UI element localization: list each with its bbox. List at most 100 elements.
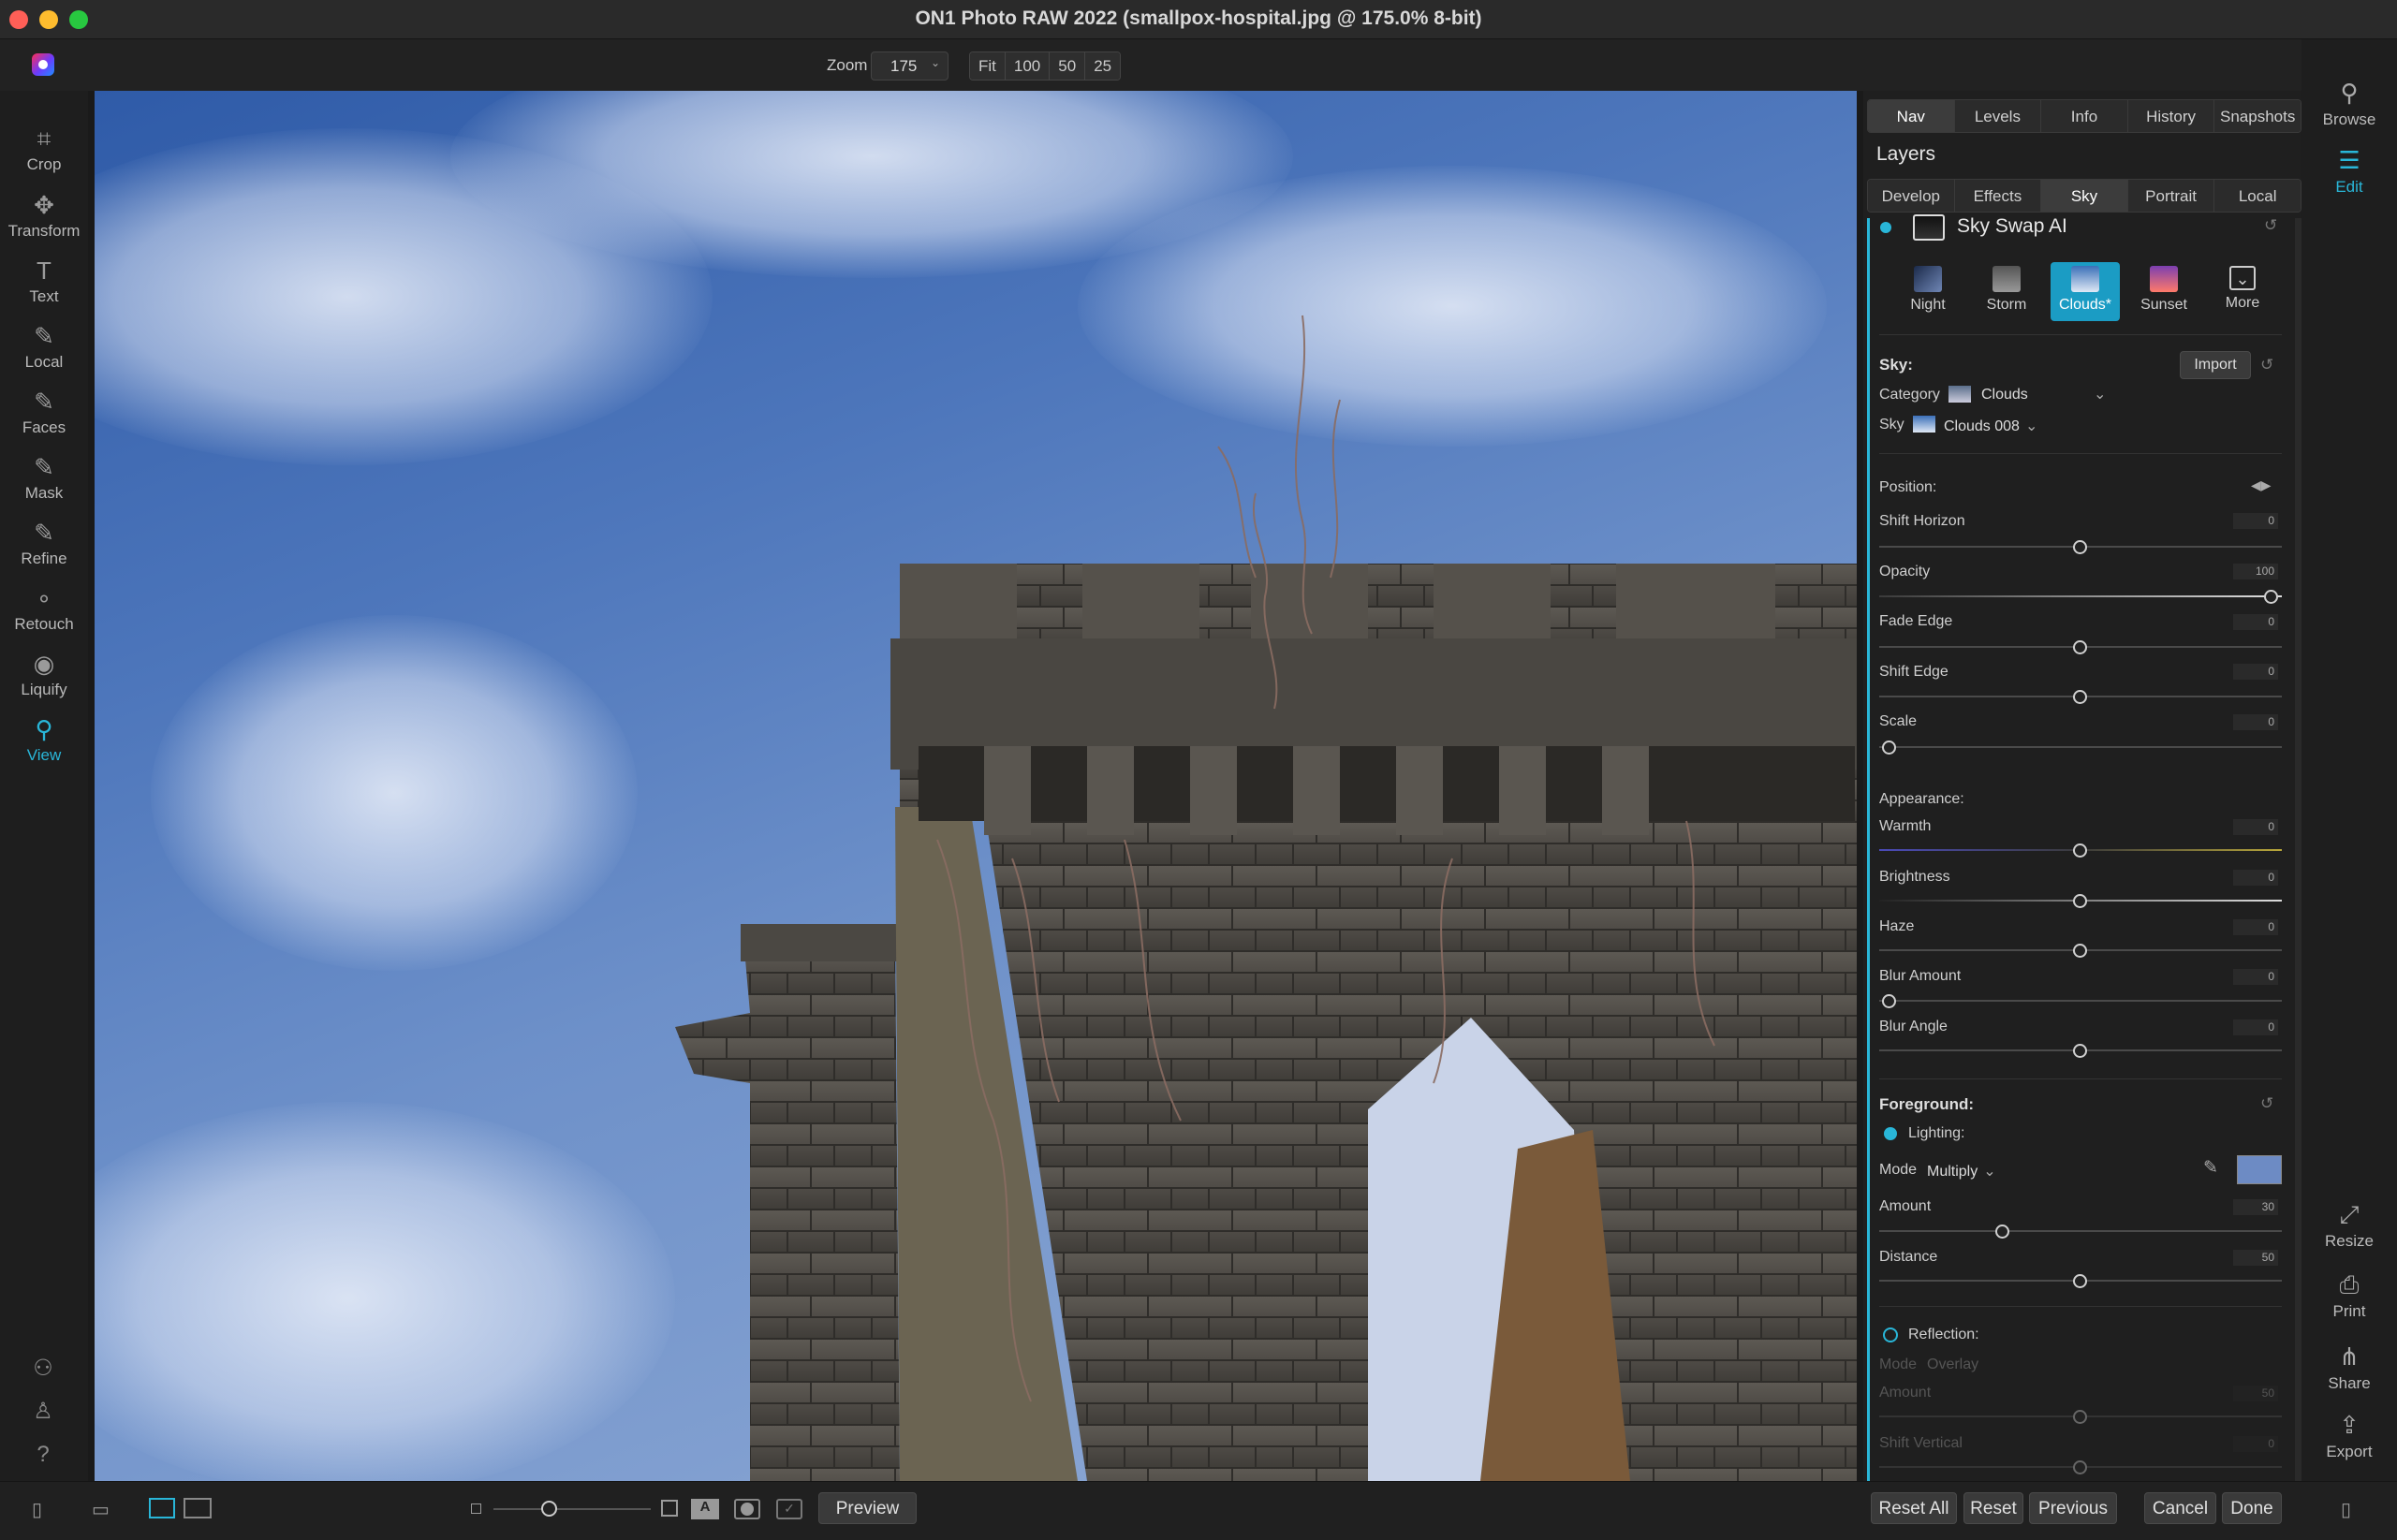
import-button[interactable]: Import (2180, 351, 2251, 379)
preview-button[interactable]: Preview (818, 1492, 917, 1524)
slider-value[interactable]: 0 (2233, 614, 2278, 630)
previous-button[interactable]: Previous (2029, 1492, 2117, 1524)
toggle-left-panel-icon[interactable]: ▯ (32, 1498, 42, 1521)
reflection-toggle[interactable] (1883, 1327, 1898, 1342)
preset-night[interactable]: Night (1893, 262, 1963, 321)
tab-effects[interactable]: Effects (1954, 180, 2042, 212)
slider-value[interactable]: 0 (2233, 664, 2278, 680)
nav-share[interactable]: ⋔ Share (2301, 1342, 2397, 1393)
preset-sunset[interactable]: Sunset (2129, 262, 2198, 321)
tool-text[interactable]: T Text (0, 257, 88, 306)
preset-more[interactable]: ⌄ More (2208, 262, 2277, 321)
zoom-50-button[interactable]: 50 (1050, 52, 1086, 80)
user-icon[interactable]: ♙ (30, 1399, 56, 1425)
preview-size-slider[interactable] (493, 1508, 651, 1510)
tool-retouch[interactable]: ∘ Retouch (0, 585, 88, 634)
tab-snapshots[interactable]: Snapshots (2214, 100, 2301, 132)
lighting-color-swatch[interactable] (2237, 1155, 2282, 1184)
slider-handle[interactable] (2073, 690, 2087, 704)
overlay-text-icon[interactable]: A (691, 1499, 719, 1519)
category-dropdown[interactable]: Clouds ⌄ (1981, 387, 2106, 403)
tab-sky[interactable]: Sky (2041, 180, 2128, 212)
tab-info[interactable]: Info (2041, 100, 2128, 132)
slider-handle[interactable] (2073, 944, 2087, 958)
opacity-slider[interactable] (1879, 595, 2282, 597)
lighting-toggle[interactable] (1884, 1127, 1897, 1140)
filter-title[interactable]: Sky Swap AI (1957, 215, 2067, 238)
slider-value[interactable]: 0 (2233, 969, 2278, 985)
tab-portrait[interactable]: Portrait (2127, 180, 2215, 212)
slider-value[interactable]: 0 (2233, 513, 2278, 529)
slider-handle[interactable] (2073, 540, 2087, 554)
tab-nav[interactable]: Nav (1868, 100, 1955, 132)
slider-handle[interactable] (541, 1501, 557, 1517)
scale-slider[interactable] (1879, 746, 2282, 748)
mask-view-icon[interactable] (734, 1499, 760, 1519)
filter-reset-icon[interactable]: ↺ (2264, 216, 2277, 235)
filter-enabled-toggle[interactable] (1880, 222, 1891, 233)
tool-transform[interactable]: ✥ Transform (0, 192, 88, 241)
eyedropper-icon[interactable]: ✎ (2203, 1157, 2218, 1179)
tool-view[interactable]: ⚲ View (0, 716, 88, 765)
image-canvas[interactable] (95, 91, 1857, 1481)
flip-horizontal-icon[interactable]: ◀▶ (2251, 477, 2272, 493)
slider-handle[interactable] (2073, 640, 2087, 654)
reset-button[interactable]: Reset (1963, 1492, 2023, 1524)
nav-print[interactable]: ⎙ Print (2301, 1270, 2397, 1321)
reset-all-button[interactable]: Reset All (1871, 1492, 1957, 1524)
tool-refine[interactable]: ✎ Refine (0, 520, 88, 568)
tab-history[interactable]: History (2127, 100, 2215, 132)
panel-scrollbar[interactable] (2295, 218, 2301, 1481)
slider-handle[interactable] (2073, 894, 2087, 908)
split-view-icon[interactable] (184, 1498, 212, 1518)
slider-value[interactable]: 0 (2233, 919, 2278, 935)
sky-dropdown[interactable]: Clouds 008 ⌄ (1944, 417, 2037, 435)
nav-edit[interactable]: ☰ Edit (2301, 146, 2397, 197)
tool-faces[interactable]: ✎ Faces (0, 389, 88, 437)
slider-handle[interactable] (2073, 843, 2087, 858)
preset-storm[interactable]: Storm (1972, 262, 2041, 321)
slider-value[interactable]: 100 (2233, 564, 2278, 579)
blur-amount-slider[interactable] (1879, 1000, 2282, 1002)
zoom-100-button[interactable]: 100 (1005, 52, 1051, 80)
before-after-icon[interactable]: ✓ (776, 1499, 802, 1519)
zoom-select[interactable]: 175 ⌄ (871, 51, 949, 81)
layers-heading[interactable]: Layers (1876, 143, 1935, 166)
preset-clouds[interactable]: Clouds* (2051, 262, 2120, 321)
help-icon[interactable]: ? (30, 1442, 56, 1468)
tab-levels[interactable]: Levels (1954, 100, 2042, 132)
slider-handle[interactable] (1995, 1225, 2009, 1239)
slider-value[interactable]: 30 (2233, 1199, 2278, 1215)
compare-icon[interactable]: ▭ (92, 1498, 110, 1521)
slider-handle[interactable] (2073, 1044, 2087, 1058)
slider-handle[interactable] (1882, 994, 1896, 1008)
tool-crop[interactable]: ⌗ Crop (0, 125, 88, 174)
slider-value[interactable]: 0 (2233, 819, 2278, 835)
tab-develop[interactable]: Develop (1868, 180, 1955, 212)
tool-liquify[interactable]: ◉ Liquify (0, 651, 88, 699)
cancel-button[interactable]: Cancel (2144, 1492, 2216, 1524)
zoom-fit-button[interactable]: Fit (970, 52, 1006, 80)
single-view-icon[interactable] (149, 1498, 175, 1518)
mask-overlay-icon[interactable]: ⚇ (30, 1356, 56, 1382)
slider-handle[interactable] (2264, 590, 2278, 604)
tab-local[interactable]: Local (2214, 180, 2301, 212)
lighting-amount-slider[interactable] (1879, 1230, 2282, 1232)
nav-browse[interactable]: ⚲ Browse (2301, 79, 2397, 129)
slider-value[interactable]: 0 (2233, 870, 2278, 886)
slider-value[interactable]: 0 (2233, 1019, 2278, 1035)
zoom-25-button[interactable]: 25 (1085, 52, 1121, 80)
tool-mask[interactable]: ✎ Mask (0, 454, 88, 503)
sky-reset-icon[interactable]: ↺ (2260, 356, 2273, 374)
slider-handle[interactable] (2073, 1274, 2087, 1288)
slider-handle[interactable] (1882, 741, 1896, 755)
toggle-right-panel-icon[interactable]: ▯ (2341, 1498, 2351, 1521)
slider-value[interactable]: 0 (2233, 714, 2278, 730)
done-button[interactable]: Done (2222, 1492, 2282, 1524)
app-logo-icon[interactable] (32, 53, 54, 76)
nav-export[interactable]: ⇪ Export (2301, 1411, 2397, 1461)
tool-local[interactable]: ✎ Local (0, 323, 88, 372)
slider-value[interactable]: 50 (2233, 1250, 2278, 1266)
mode-dropdown[interactable]: Multiply ⌄ (1927, 1162, 1996, 1181)
foreground-reset-icon[interactable]: ↺ (2260, 1094, 2273, 1113)
